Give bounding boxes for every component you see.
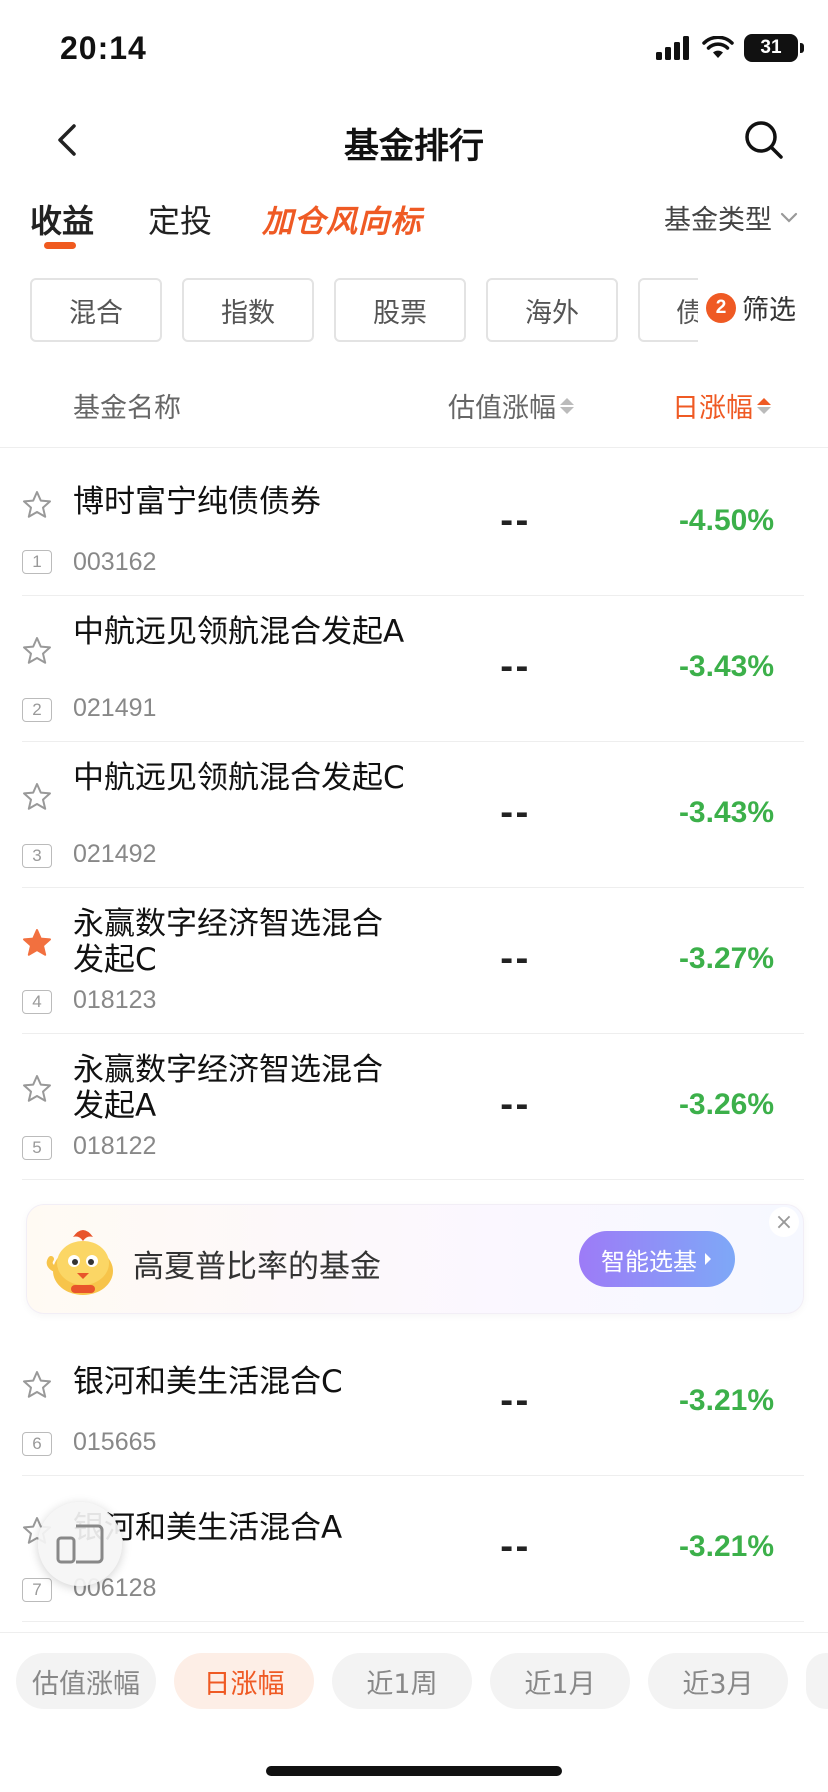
fund-code: 015665	[73, 1428, 157, 1456]
status-time: 20:14	[60, 30, 147, 66]
tab-earnings[interactable]: 收益	[30, 196, 94, 242]
home-indicator	[266, 1766, 562, 1776]
period-selector: 估值涨幅 日涨幅 近1周 近1月 近3月	[0, 1632, 828, 1734]
rank-badge: 1	[22, 550, 52, 574]
status-icons: 31	[656, 34, 804, 62]
fund-row[interactable]: 5 永赢数字经济智选混合发起A 018122 -- -3.26%	[22, 1034, 804, 1180]
filter-label: 筛选	[742, 295, 796, 326]
smart-pick-label: 智能选基	[601, 1247, 697, 1276]
fund-name: 永赢数字经济智选混合发起C	[73, 906, 383, 978]
chip-bond-clip: 债	[638, 278, 698, 342]
fund-row[interactable]: 1 博时富宁纯债债券 003162 -- -4.50%	[22, 450, 804, 596]
fund-code: 018123	[73, 986, 157, 1014]
fund-estimate: --	[500, 1528, 531, 1566]
fund-code: 021492	[73, 840, 157, 868]
fund-daily-change: -3.26%	[678, 1088, 774, 1121]
fund-code: 003162	[73, 548, 157, 576]
tab-active-indicator	[44, 242, 76, 249]
fund-code: 018122	[73, 1132, 157, 1160]
rank-badge: 7	[22, 1578, 52, 1602]
chevron-down-icon	[780, 212, 798, 223]
header-daily-sort[interactable]: 日涨幅	[672, 386, 771, 425]
fund-estimate: --	[500, 1382, 531, 1420]
float-window-icon	[56, 1524, 104, 1564]
fund-name: 博时富宁纯债债券	[73, 484, 321, 520]
wifi-icon	[702, 36, 734, 58]
header-daily-label: 日涨幅	[672, 393, 753, 424]
fund-row[interactable]: 2 中航远见领航混合发起A 021491 -- -3.43%	[22, 596, 804, 742]
smart-pick-button[interactable]: 智能选基	[579, 1231, 735, 1287]
period-more-partial[interactable]	[806, 1653, 828, 1709]
fund-name: 中航远见领航混合发起C	[73, 760, 405, 796]
fund-daily-change: -3.21%	[678, 1530, 774, 1563]
period-estimate[interactable]: 估值涨幅	[16, 1653, 156, 1709]
fund-row[interactable]: 4 永赢数字经济智选混合发起C 018123 -- -3.27%	[22, 888, 804, 1034]
chip-stock[interactable]: 股票	[334, 278, 466, 342]
header-fund-name: 基金名称	[73, 393, 181, 424]
fund-type-label: 基金类型	[664, 205, 772, 236]
star-icon[interactable]	[22, 782, 52, 812]
fund-estimate: --	[500, 794, 531, 832]
sort-icon	[560, 397, 574, 414]
fund-code: 021491	[73, 694, 157, 722]
chip-bond[interactable]: 债	[638, 278, 698, 342]
mascot-icon	[46, 1230, 113, 1295]
chip-overseas[interactable]: 海外	[486, 278, 618, 342]
rank-badge: 6	[22, 1432, 52, 1456]
period-daily[interactable]: 日涨幅	[174, 1653, 314, 1709]
rank-badge: 4	[22, 990, 52, 1014]
fund-estimate: --	[500, 940, 531, 978]
chevron-right-icon	[705, 1253, 711, 1265]
battery-icon: 31	[744, 34, 804, 62]
fund-estimate: --	[500, 502, 531, 540]
fund-estimate: --	[500, 648, 531, 686]
fund-daily-change: -3.43%	[678, 650, 774, 683]
fund-row[interactable]: 7 银河和美生活混合A 006128 -- -3.21%	[22, 1476, 804, 1622]
fund-daily-change: -4.50%	[678, 504, 774, 537]
page-title: 基金排行	[343, 127, 484, 167]
chip-index[interactable]: 指数	[182, 278, 314, 342]
fund-name: 中航远见领航混合发起A	[73, 614, 405, 650]
search-icon[interactable]	[742, 118, 786, 162]
category-chips: 混合 指数 股票 海外 债 2 筛选	[0, 278, 828, 342]
period-3-months[interactable]: 近3月	[648, 1653, 788, 1709]
tab-add-position-indicator[interactable]: 加仓风向标	[262, 196, 422, 241]
signal-icon	[656, 36, 689, 60]
fund-estimate: --	[500, 1086, 531, 1124]
star-icon[interactable]	[22, 636, 52, 666]
star-icon[interactable]	[22, 1074, 52, 1104]
fund-daily-change: -3.27%	[678, 942, 774, 975]
close-icon[interactable]: ×	[769, 1207, 799, 1237]
period-1-week[interactable]: 近1周	[332, 1653, 472, 1709]
status-bar: 20:14 31	[0, 0, 828, 100]
smart-pick-banner[interactable]: 高夏普比率的基金 智能选基 ×	[26, 1204, 804, 1314]
fund-daily-change: -3.21%	[678, 1384, 774, 1417]
fund-name: 银河和美生活混合C	[73, 1364, 343, 1400]
fund-name: 永赢数字经济智选混合发起A	[73, 1052, 383, 1124]
fund-type-dropdown[interactable]: 基金类型	[664, 198, 798, 237]
tab-fixed-investment[interactable]: 定投	[148, 196, 212, 242]
sort-icon	[757, 397, 771, 414]
filter-button[interactable]: 2 筛选	[706, 288, 796, 327]
header-estimate-sort[interactable]: 估值涨幅	[448, 386, 574, 425]
star-icon-filled[interactable]	[22, 928, 52, 958]
fund-name: 银河和美生活混合A	[73, 1510, 343, 1546]
fund-row[interactable]: 6 银河和美生活混合C 015665 -- -3.21%	[22, 1330, 804, 1476]
tab-bar: 收益 定投 加仓风向标 基金类型	[0, 190, 828, 250]
rank-badge: 3	[22, 844, 52, 868]
chip-mixed[interactable]: 混合	[30, 278, 162, 342]
fund-row[interactable]: 3 中航远见领航混合发起C 021492 -- -3.43%	[22, 742, 804, 888]
period-1-month[interactable]: 近1月	[490, 1653, 630, 1709]
nav-bar: 基金排行	[0, 100, 828, 180]
float-window-button[interactable]	[38, 1502, 122, 1586]
filter-count-badge: 2	[706, 292, 736, 323]
rank-badge: 5	[22, 1136, 52, 1160]
star-icon[interactable]	[22, 1370, 52, 1400]
star-icon[interactable]	[22, 490, 52, 520]
fund-daily-change: -3.43%	[678, 796, 774, 829]
list-header: 基金名称 估值涨幅 日涨幅	[0, 372, 828, 448]
promo-text: 高夏普比率的基金	[133, 1249, 381, 1285]
header-estimate-label: 估值涨幅	[448, 393, 556, 424]
rank-badge: 2	[22, 698, 52, 722]
